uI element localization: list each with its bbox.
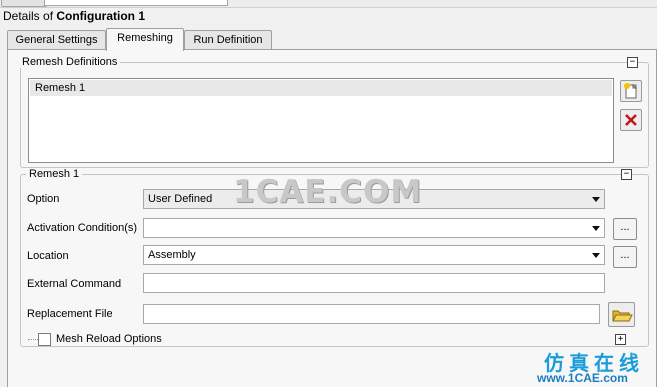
details-prefix: Details of — [3, 9, 57, 23]
delete-icon — [625, 114, 637, 126]
watermark-logo: 1CAE.COM — [233, 174, 423, 210]
replacement-file-input[interactable] — [143, 304, 600, 324]
mesh-reload-options-checkbox[interactable] — [38, 333, 51, 346]
chevron-down-icon — [592, 197, 600, 202]
add-definition-button[interactable] — [620, 80, 642, 102]
details-title: Configuration 1 — [56, 9, 146, 23]
details-header: Details of Configuration 1 — [3, 9, 145, 23]
option-label: Option — [27, 193, 60, 205]
tab-general-settings-label: General Settings — [15, 34, 98, 46]
location-browse-button[interactable]: ... — [613, 246, 637, 268]
replacement-file-label: Replacement File — [27, 308, 113, 320]
mesh-reload-options-label: Mesh Reload Options — [56, 333, 162, 345]
tab-remeshing-label: Remeshing — [117, 32, 173, 44]
location-label: Location — [27, 250, 69, 262]
option-value: User Defined — [148, 193, 213, 205]
chevron-down-icon — [592, 253, 600, 258]
remesh-definitions-list[interactable]: Remesh 1 — [28, 78, 614, 163]
remesh-1-title: Remesh 1 — [26, 168, 83, 180]
remesh-definitions-title: Remesh Definitions — [19, 56, 121, 68]
activation-browse-button[interactable]: ... — [613, 218, 637, 240]
collapse-remesh-1-icon[interactable]: − — [621, 169, 632, 180]
external-command-label: External Command — [27, 278, 122, 290]
external-command-input[interactable] — [143, 273, 605, 293]
activation-dropdown[interactable] — [143, 218, 605, 238]
top-tab-left[interactable] — [1, 0, 47, 7]
new-document-icon — [624, 83, 638, 99]
folder-open-icon — [612, 310, 633, 322]
activation-label: Activation Condition(s) — [27, 222, 138, 234]
tab-general-settings[interactable]: General Settings — [7, 30, 106, 50]
collapse-remesh-definitions-icon[interactable]: − — [627, 57, 638, 68]
top-tab-right[interactable] — [44, 0, 228, 6]
ellipsis-icon: ... — [620, 221, 630, 233]
location-dropdown[interactable]: Assembly — [143, 245, 605, 265]
ellipsis-icon: ... — [620, 249, 630, 261]
tree-connector — [28, 339, 38, 340]
open-file-button[interactable] — [608, 302, 635, 327]
delete-definition-button[interactable] — [620, 109, 642, 131]
tab-run-definition[interactable]: Run Definition — [184, 30, 272, 50]
list-item[interactable]: Remesh 1 — [30, 80, 612, 96]
list-item-label: Remesh 1 — [35, 82, 86, 94]
chevron-down-icon — [592, 226, 600, 231]
watermark-url: www.1CAE.com — [537, 371, 628, 385]
top-tab-strip — [0, 0, 657, 8]
tab-run-definition-label: Run Definition — [193, 34, 263, 46]
tab-remeshing[interactable]: Remeshing — [106, 28, 184, 51]
location-value: Assembly — [148, 249, 196, 261]
expand-mesh-reload-icon[interactable]: + — [615, 334, 626, 345]
